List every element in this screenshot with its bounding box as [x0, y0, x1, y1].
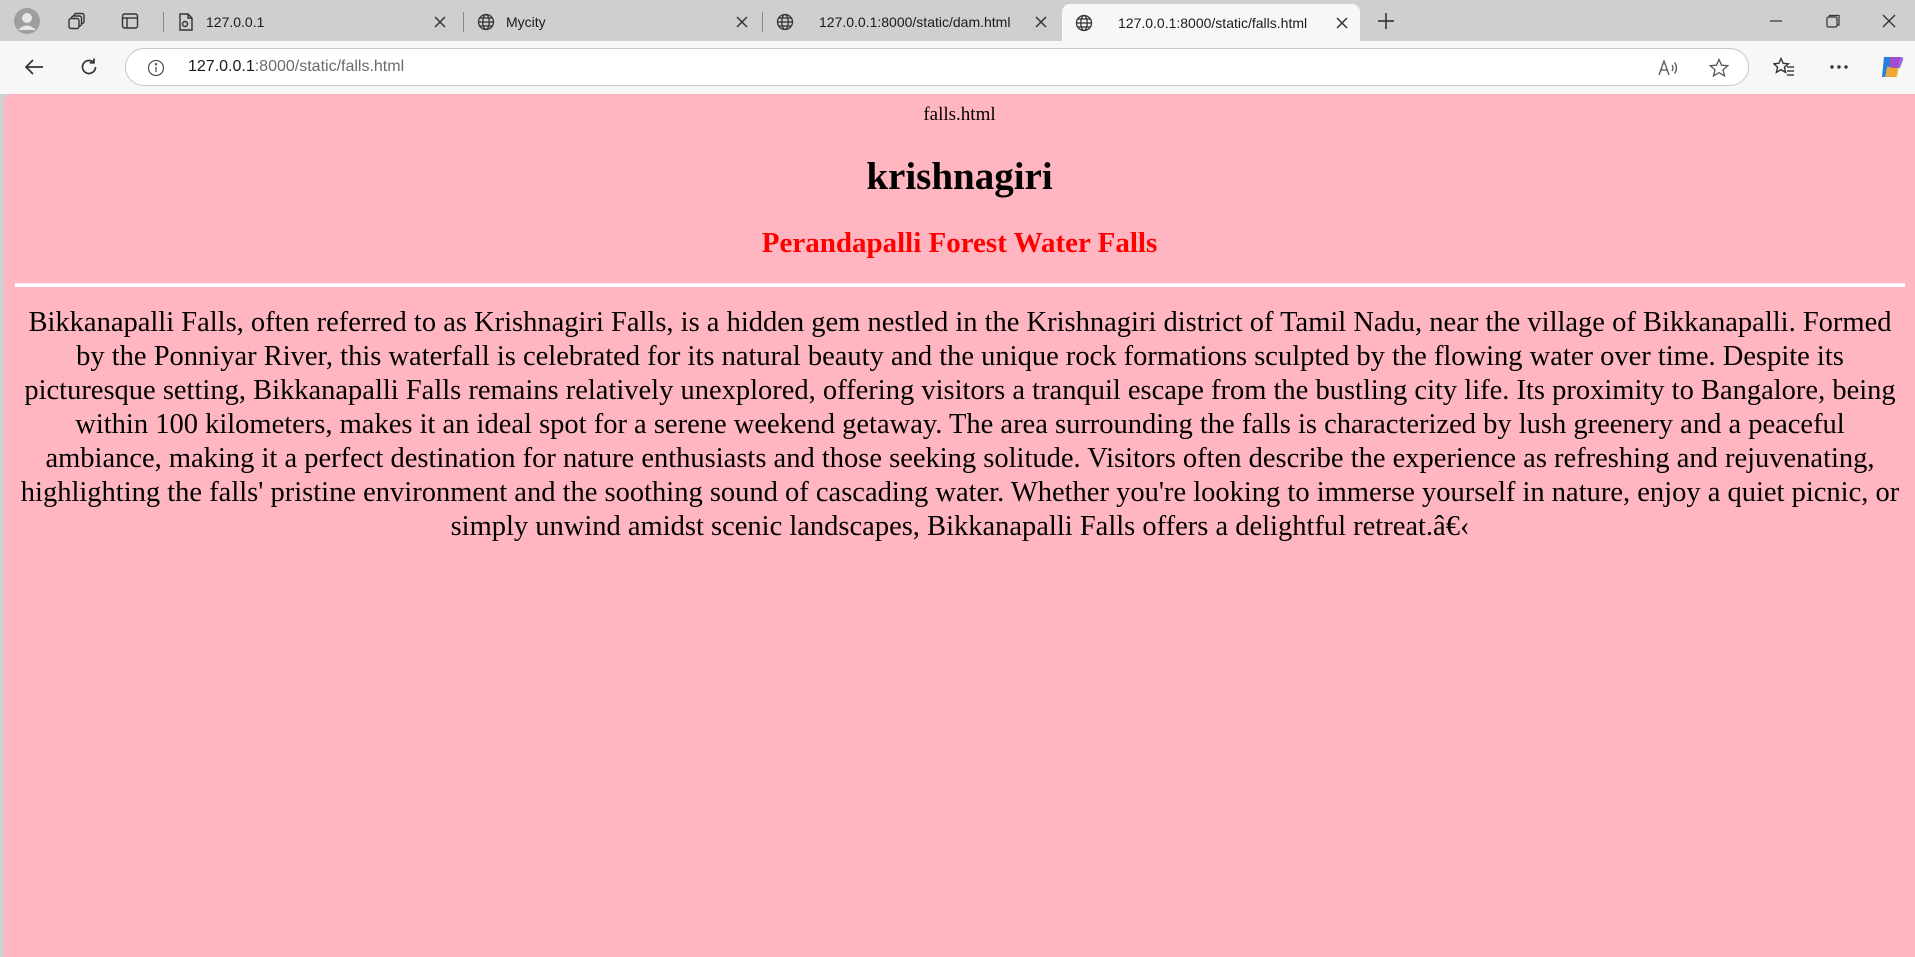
new-tab-icon[interactable]	[1369, 4, 1403, 38]
url-path: :8000/static/falls.html	[254, 58, 405, 75]
tab-falls[interactable]: 127.0.0.1:8000/static/falls.html	[1062, 4, 1360, 41]
horizontal-rule	[15, 283, 1905, 287]
tab-mycity[interactable]: Mycity	[464, 4, 760, 39]
page-title: krishnagiri	[866, 155, 1053, 198]
page-file-label: falls.html	[923, 104, 996, 125]
favorite-star-icon[interactable]	[1707, 56, 1731, 80]
address-bar[interactable]: 127.0.0.1:8000/static/falls.html	[125, 48, 1749, 86]
tab-title: 127.0.0.1:8000/static/falls.html	[1118, 14, 1308, 31]
more-options-icon[interactable]	[1822, 50, 1856, 84]
globe-icon	[1074, 13, 1094, 33]
workspaces-icon[interactable]	[60, 4, 94, 38]
copilot-icon[interactable]	[1875, 50, 1909, 84]
tab-title: Mycity	[506, 13, 546, 30]
globe-icon	[775, 12, 795, 32]
close-tab-icon[interactable]	[1330, 11, 1354, 35]
url-host: 127.0.0.1	[188, 58, 255, 75]
description-paragraph: Bikkanapalli Falls, often referred to as…	[20, 307, 1900, 542]
globe-icon	[476, 12, 496, 32]
close-window-icon[interactable]	[1866, 0, 1912, 41]
favorites-icon[interactable]	[1767, 50, 1801, 84]
tab-dam[interactable]: 127.0.0.1:8000/static/dam.html	[763, 4, 1059, 39]
close-tab-icon[interactable]	[1029, 10, 1053, 34]
tab-pdf[interactable]: 127.0.0.1	[164, 4, 458, 39]
restore-icon[interactable]	[1810, 0, 1856, 41]
tab-title: 127.0.0.1	[206, 13, 265, 30]
close-tab-icon[interactable]	[428, 10, 452, 34]
read-aloud-icon[interactable]	[1656, 56, 1680, 80]
vertical-tabs-icon[interactable]	[113, 4, 147, 38]
pdf-document-icon	[176, 12, 196, 32]
minimize-icon[interactable]	[1753, 0, 1799, 41]
tab-title: 127.0.0.1:8000/static/dam.html	[819, 13, 1011, 30]
back-arrow-icon[interactable]	[17, 50, 51, 84]
profile-avatar-icon[interactable]	[10, 4, 44, 38]
close-tab-icon[interactable]	[730, 10, 754, 34]
page-subtitle: Perandapalli Forest Water Falls	[761, 227, 1158, 259]
tab-strip: 127.0.0.1 Mycity 127.0.0.1:8000/static/d…	[0, 0, 1915, 41]
url-text[interactable]: 127.0.0.1:8000/static/falls.html	[188, 58, 404, 76]
browser-toolbar: 127.0.0.1:8000/static/falls.html	[0, 41, 1915, 94]
site-info-icon[interactable]	[146, 58, 166, 78]
refresh-icon[interactable]	[72, 50, 106, 84]
page-viewport: falls.html krishnagiri Perandapalli Fore…	[4, 94, 1915, 957]
